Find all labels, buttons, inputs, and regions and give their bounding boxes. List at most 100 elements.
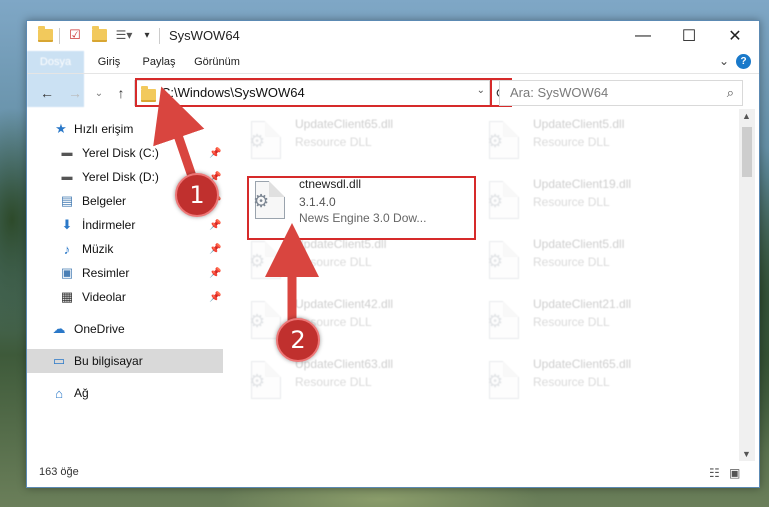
up-button[interactable]: ↑ bbox=[111, 83, 131, 103]
sidebar-item-label: İndirmeler bbox=[82, 218, 136, 232]
sidebar-item-music[interactable]: ♪ Müzik 📌 bbox=[27, 237, 223, 261]
file-description: Resource DLL bbox=[295, 255, 372, 269]
sidebar-item-quick-access[interactable]: ★ Hızlı erişim bbox=[27, 117, 223, 141]
tab-share[interactable]: Paylaş bbox=[135, 51, 183, 73]
ribbon-expand-icon[interactable]: ⌄ bbox=[719, 54, 729, 68]
navigation-pane: ★ Hızlı erişim ▬ Yerel Disk (C:) 📌 ▬ Yer… bbox=[27, 113, 223, 453]
file-description: Resource DLL bbox=[533, 375, 610, 389]
dll-file-icon: ⚙ bbox=[483, 299, 523, 343]
customize-toolbar-icon[interactable]: ☰▾ bbox=[113, 27, 135, 43]
file-item[interactable]: ⚙ UpdateClient21.dll Resource DLL bbox=[483, 293, 713, 349]
forward-button[interactable]: → bbox=[65, 83, 85, 103]
window-title: SysWOW64 bbox=[169, 28, 240, 43]
sidebar-item-label: Resimler bbox=[82, 266, 130, 280]
highlight-box-address bbox=[135, 78, 492, 107]
step-1-badge: 1 bbox=[175, 173, 219, 217]
file-item[interactable]: ⚙ UpdateClient5.dll Resource DLL bbox=[483, 113, 713, 169]
music-icon: ♪ bbox=[63, 241, 71, 257]
file-name: UpdateClient5.dll bbox=[533, 237, 625, 251]
details-view-icon[interactable]: ☷ bbox=[709, 466, 720, 480]
drive-icon: ▬ bbox=[61, 171, 73, 183]
properties-icon[interactable]: ☑ bbox=[67, 27, 83, 43]
title-separator bbox=[159, 28, 160, 44]
ribbon-tabs: Dosya Giriş Paylaş Görünüm ⌄ ? bbox=[27, 51, 759, 107]
recent-locations-button[interactable]: ⌄ bbox=[89, 83, 109, 103]
dll-file-icon: ⚙ bbox=[483, 239, 523, 283]
dll-file-icon: ⚙ bbox=[483, 179, 523, 223]
ribbon-divider bbox=[27, 73, 759, 74]
new-folder-icon[interactable] bbox=[91, 25, 107, 43]
sidebar-item-onedrive[interactable]: ☁ OneDrive bbox=[27, 317, 223, 341]
file-description: Resource DLL bbox=[295, 375, 372, 389]
file-name: UpdateClient42.dll bbox=[295, 297, 394, 311]
file-description: Resource DLL bbox=[533, 315, 610, 329]
file-name: UpdateClient65.dll bbox=[295, 117, 394, 131]
tab-view[interactable]: Görünüm bbox=[187, 51, 247, 73]
sidebar-item-label: Hızlı erişim bbox=[74, 122, 134, 136]
close-button[interactable]: ✕ bbox=[712, 21, 758, 51]
file-item[interactable]: ⚙ UpdateClient5.dll Resource DLL bbox=[245, 233, 475, 289]
step-2-badge: 2 bbox=[276, 318, 320, 362]
search-box[interactable]: Ara: SysWOW64 ⌕ bbox=[499, 80, 743, 106]
sidebar-item-this-pc[interactable]: ▭ Bu bilgisayar bbox=[27, 349, 223, 373]
large-icons-view-icon[interactable]: ▣ bbox=[729, 466, 740, 480]
documents-icon: ▤ bbox=[60, 193, 74, 208]
file-item[interactable]: ⚙ UpdateClient19.dll Resource DLL bbox=[483, 173, 713, 229]
sidebar-item-label: Ağ bbox=[74, 386, 89, 400]
sidebar-item-local-disk-c[interactable]: ▬ Yerel Disk (C:) 📌 bbox=[27, 141, 223, 165]
pin-icon: 📌 bbox=[209, 267, 222, 279]
file-item[interactable]: ⚙ UpdateClient65.dll Resource DLL bbox=[245, 113, 475, 169]
sidebar-item-label: Videolar bbox=[82, 290, 126, 304]
sidebar-item-network[interactable]: ⌂ Ağ bbox=[27, 381, 223, 405]
pictures-icon: ▣ bbox=[60, 265, 74, 280]
file-item[interactable]: ⚙ UpdateClient5.dll Resource DLL bbox=[483, 233, 713, 289]
pin-icon: 📌 bbox=[209, 243, 222, 255]
explorer-window: ☑ ☰▾ ▾ SysWOW64 — ☐ ✕ Dosya Giriş Paylaş… bbox=[26, 20, 760, 488]
scroll-up-icon[interactable]: ▲ bbox=[742, 111, 751, 121]
title-separator bbox=[59, 28, 60, 44]
file-item[interactable]: ⚙ UpdateClient63.dll Resource DLL bbox=[245, 353, 475, 409]
file-description: Resource DLL bbox=[533, 195, 610, 209]
dll-file-icon: ⚙ bbox=[245, 239, 285, 283]
dll-file-icon: ⚙ bbox=[245, 119, 285, 163]
dll-file-icon: ⚙ bbox=[245, 359, 285, 403]
sidebar-item-label: Bu bilgisayar bbox=[74, 354, 143, 368]
search-icon[interactable]: ⌕ bbox=[727, 85, 734, 101]
sidebar-item-pictures[interactable]: ▣ Resimler 📌 bbox=[27, 261, 223, 285]
sidebar-item-label: Yerel Disk (C:) bbox=[82, 146, 159, 160]
status-item-count: 163 öğe bbox=[39, 466, 79, 478]
minimize-button[interactable]: — bbox=[620, 21, 666, 51]
pin-icon: 📌 bbox=[209, 219, 222, 231]
back-button[interactable]: ← bbox=[37, 83, 57, 103]
tab-home[interactable]: Giriş bbox=[87, 51, 131, 73]
scrollbar-thumb[interactable] bbox=[742, 127, 752, 177]
file-list: ⚙ UpdateClient65.dll Resource DLL ⚙ ctne… bbox=[225, 109, 739, 461]
star-icon: ★ bbox=[55, 121, 67, 136]
dll-file-icon: ⚙ bbox=[483, 359, 523, 403]
file-name: UpdateClient19.dll bbox=[533, 177, 632, 191]
vertical-scrollbar[interactable]: ▲ ▼ bbox=[739, 109, 755, 461]
title-bar: ☑ ☰▾ ▾ SysWOW64 — ☐ ✕ bbox=[27, 21, 759, 51]
help-icon[interactable]: ? bbox=[736, 54, 751, 69]
drive-icon: ▬ bbox=[61, 147, 73, 159]
sidebar-item-videos[interactable]: ▦ Videolar 📌 bbox=[27, 285, 223, 309]
file-name: UpdateClient21.dll bbox=[533, 297, 632, 311]
sidebar-item-label: Yerel Disk (D:) bbox=[82, 170, 159, 184]
computer-icon: ▭ bbox=[52, 353, 66, 368]
maximize-button[interactable]: ☐ bbox=[666, 21, 712, 51]
dll-file-icon: ⚙ bbox=[483, 119, 523, 163]
file-name: UpdateClient5.dll bbox=[533, 117, 625, 131]
highlight-box-file bbox=[247, 176, 476, 240]
file-item[interactable]: ⚙ UpdateClient65.dll Resource DLL bbox=[483, 353, 713, 409]
download-icon: ⬇ bbox=[61, 217, 73, 232]
cloud-icon: ☁ bbox=[52, 321, 66, 336]
scroll-down-icon[interactable]: ▼ bbox=[742, 449, 751, 459]
search-placeholder: Ara: SysWOW64 bbox=[510, 85, 609, 100]
folder-icon bbox=[37, 25, 53, 43]
sidebar-item-label: Belgeler bbox=[82, 194, 127, 208]
pin-icon: 📌 bbox=[209, 291, 222, 303]
file-description: Resource DLL bbox=[295, 135, 372, 149]
sidebar-item-label: OneDrive bbox=[74, 322, 125, 336]
file-name: UpdateClient65.dll bbox=[533, 357, 632, 371]
toolbar-dropdown-icon[interactable]: ▾ bbox=[141, 27, 153, 43]
